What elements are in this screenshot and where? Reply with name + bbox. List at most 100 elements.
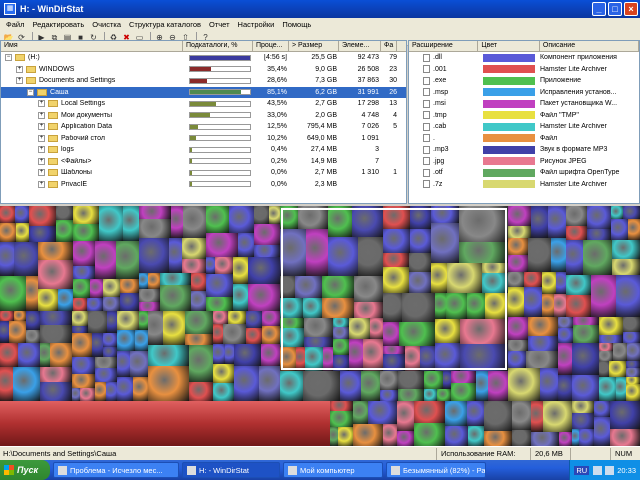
treemap-block[interactable]	[72, 311, 88, 326]
treemap-block[interactable]	[551, 238, 566, 272]
treemap-block[interactable]	[72, 333, 92, 357]
expand-toggle-icon[interactable]: +	[38, 100, 45, 108]
treemap-block[interactable]	[95, 382, 106, 401]
tree-row[interactable]: − (H:) [4:56 s] 25,5 GB 92 473 79	[1, 52, 406, 64]
treemap-block[interactable]	[626, 377, 640, 384]
treemap-block[interactable]	[599, 377, 616, 401]
treemap-block[interactable]	[246, 328, 262, 344]
treemap-block[interactable]	[340, 371, 361, 401]
treemap-block[interactable]	[445, 426, 468, 446]
menu-report[interactable]: Отчет	[205, 20, 234, 29]
treemap-block[interactable]	[215, 257, 233, 274]
treemap-block[interactable]	[233, 284, 248, 311]
treemap-block[interactable]	[40, 311, 72, 325]
treemap-block[interactable]	[117, 351, 130, 377]
treemap-block[interactable]	[468, 426, 484, 446]
menu-file[interactable]: Файл	[2, 20, 28, 29]
treemap-block[interactable]	[548, 206, 566, 238]
treemap-block[interactable]	[512, 430, 531, 446]
expand-toggle-icon[interactable]: +	[38, 123, 45, 131]
treemap-block[interactable]	[139, 273, 148, 289]
treemap-block[interactable]	[120, 293, 139, 311]
treemap-block[interactable]	[225, 344, 234, 364]
treemap-block[interactable]	[540, 368, 558, 401]
treemap-block[interactable]	[95, 357, 117, 368]
treemap-block[interactable]	[234, 344, 261, 366]
treemap-block[interactable]	[95, 368, 117, 382]
treemap-block[interactable]	[262, 311, 280, 326]
treemap-block[interactable]	[623, 206, 640, 219]
treemap-block[interactable]	[508, 368, 540, 401]
treemap-block[interactable]	[148, 273, 160, 289]
treemap-block[interactable]	[72, 374, 95, 388]
treemap-block[interactable]	[610, 401, 640, 429]
treemap-block[interactable]	[99, 206, 123, 241]
treemap-block[interactable]	[398, 371, 424, 389]
treemap-block[interactable]	[228, 311, 246, 324]
treemap-block[interactable]	[303, 371, 340, 401]
treemap-block[interactable]	[398, 389, 424, 401]
treemap-block[interactable]	[583, 240, 612, 275]
treemap-block[interactable]	[558, 317, 573, 328]
treemap-block[interactable]	[558, 328, 573, 343]
minimize-button[interactable]: _	[592, 2, 606, 16]
treemap-block[interactable]	[488, 371, 508, 401]
treemap-block[interactable]	[397, 431, 414, 446]
treemap-block[interactable]	[16, 223, 29, 242]
tree-row[interactable]: + Рабочий стол 10,2% 649,0 MB 1 091	[1, 133, 406, 145]
treemap-block[interactable]	[599, 335, 623, 343]
column-files[interactable]: Фа	[381, 41, 397, 51]
taskbar-item[interactable]: Мой компьютер	[283, 462, 383, 478]
menu-settings[interactable]: Настройки	[234, 20, 279, 29]
treemap-block[interactable]	[383, 424, 397, 446]
tree-row[interactable]: + WINDOWS 35,4% 9,0 GB 26 508 23	[1, 64, 406, 76]
treemap-block[interactable]	[0, 321, 9, 343]
treemap-block[interactable]	[133, 377, 148, 401]
treemap-block[interactable]	[397, 401, 414, 431]
treemap-block[interactable]	[259, 366, 280, 401]
treemap-block[interactable]	[587, 206, 611, 229]
treemap-block[interactable]	[566, 275, 591, 295]
treemap-block[interactable]	[611, 206, 623, 219]
treemap-block[interactable]	[627, 343, 640, 361]
treemap-block[interactable]	[558, 375, 572, 401]
treemap-block[interactable]	[182, 238, 206, 259]
expand-toggle-icon[interactable]: +	[38, 111, 45, 119]
ext-row[interactable]: .otf Файл шрифта OpenType	[409, 167, 639, 179]
treemap-block[interactable]	[206, 274, 233, 297]
treemap-block[interactable]	[528, 238, 551, 272]
expand-toggle-icon[interactable]: +	[38, 180, 45, 188]
taskbar-item[interactable]: Проблема - Исчезло мес...	[53, 462, 179, 478]
treemap-block[interactable]	[528, 336, 558, 351]
column-name[interactable]: Имя	[1, 41, 183, 51]
treemap-block[interactable]	[92, 333, 103, 357]
treemap-block[interactable]	[0, 276, 26, 311]
expand-toggle-icon[interactable]: +	[38, 134, 45, 142]
treemap-block[interactable]	[353, 401, 368, 424]
treemap-block[interactable]	[139, 311, 148, 330]
directory-tree[interactable]: Имя Подкаталоги, % Проце... > Размер Эле…	[0, 40, 407, 204]
ext-row[interactable]: .tmp Файл "TMP"	[409, 110, 639, 122]
treemap-block[interactable]	[526, 351, 558, 368]
treemap-block[interactable]	[248, 257, 280, 284]
treemap-block[interactable]	[579, 429, 594, 446]
treemap-block[interactable]	[368, 401, 397, 424]
treemap-block[interactable]	[508, 226, 531, 238]
treemap-block[interactable]	[139, 206, 171, 219]
treemap-block[interactable]	[139, 302, 160, 311]
language-indicator[interactable]: RU	[574, 465, 590, 475]
treemap-block[interactable]	[182, 259, 206, 273]
treemap-block[interactable]	[558, 343, 572, 375]
network-icon[interactable]	[593, 465, 603, 475]
treemap-block[interactable]	[223, 324, 246, 344]
ext-row[interactable]: .msp Исправления установ...	[409, 87, 639, 99]
treemap-block[interactable]	[206, 257, 215, 274]
treemap-block[interactable]	[594, 417, 610, 446]
treemap-block[interactable]	[40, 367, 72, 382]
treemap-block[interactable]	[542, 272, 556, 294]
treemap-block[interactable]	[169, 238, 182, 273]
tree-row[interactable]: + Documents and Settings 28,6% 7,3 GB 37…	[1, 75, 406, 87]
treemap-block[interactable]	[628, 219, 640, 240]
treemap-block[interactable]	[572, 375, 599, 401]
treemap-block[interactable]	[361, 371, 380, 401]
